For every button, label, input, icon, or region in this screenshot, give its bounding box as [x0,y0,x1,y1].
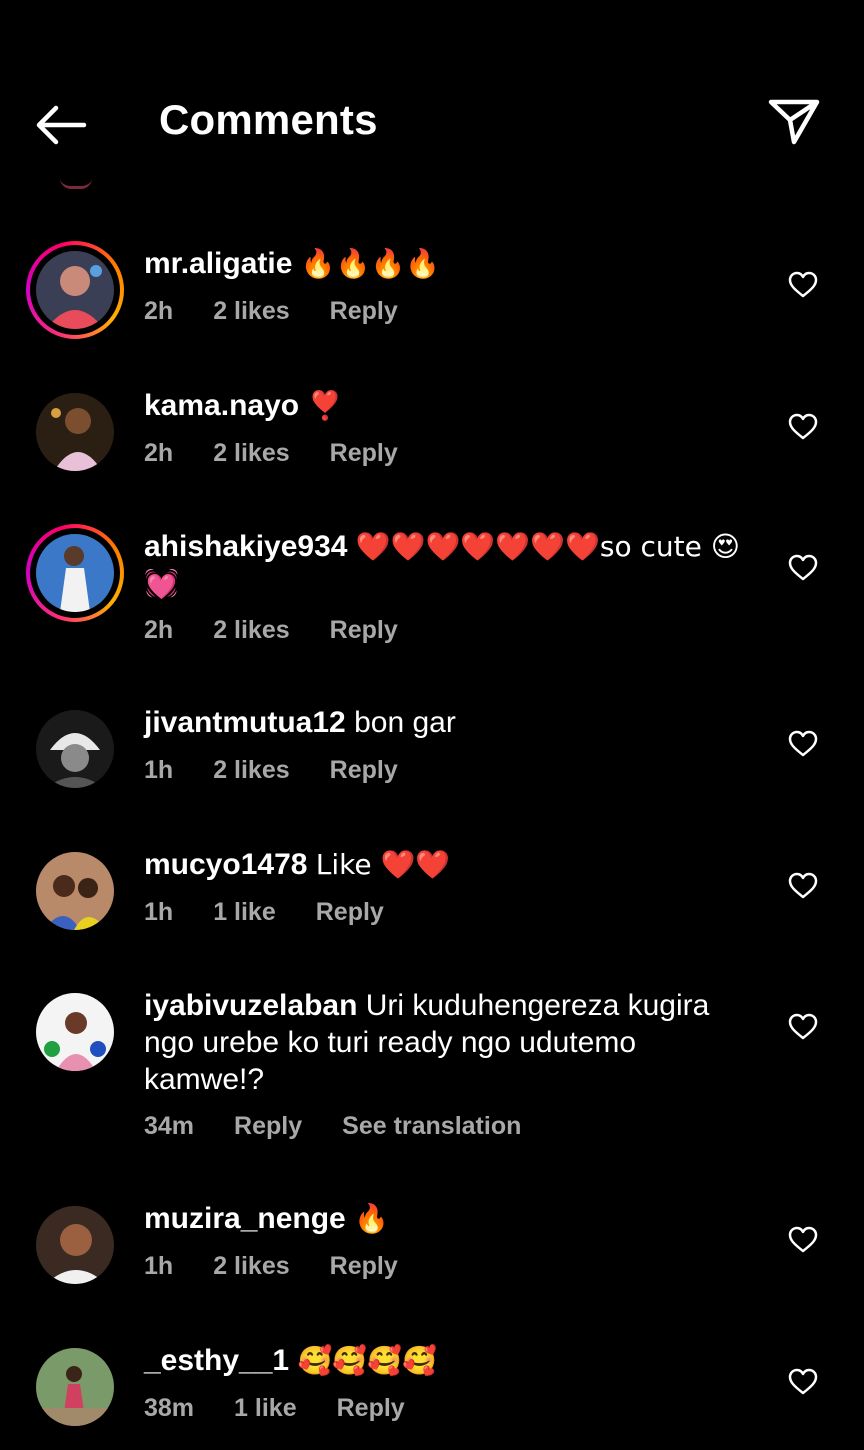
comment-time: 34m [144,1112,195,1140]
comment-likes[interactable]: 2 likes [213,297,289,325]
reply-button[interactable]: Reply [330,616,398,644]
reply-button[interactable]: Reply [330,439,398,467]
like-button[interactable] [788,730,818,758]
comment-meta: 2h 2 likes Reply [144,616,438,645]
page-title: Comments [159,96,378,143]
comment-meta: 1h 2 likes Reply [144,1252,438,1281]
comment-time: 1h [144,898,174,926]
heart-outline-icon [788,271,818,298]
avatar[interactable] [26,524,124,622]
avatar[interactable] [26,1338,124,1436]
comment-meta: 1h 1 like Reply [144,898,424,927]
avatar[interactable] [26,241,124,339]
previous-comment-avatar-edge [60,178,92,189]
arrow-left-icon [36,105,87,145]
comment-meta: 38m 1 like Reply [144,1394,445,1423]
heart-outline-icon [788,1226,818,1253]
comment-time: 1h [144,756,174,784]
back-button[interactable] [34,103,90,147]
reply-button[interactable]: Reply [330,1252,398,1280]
comment-time: 2h [144,616,174,644]
comment-text: Like ❤️❤️ [315,848,451,881]
see-translation-button[interactable]: See translation [342,1112,521,1140]
comment-likes[interactable]: 2 likes [213,756,289,784]
comment-text: 🥰🥰🥰🥰 [297,1344,437,1377]
comment-time: 2h [144,297,174,325]
comment-time: 38m [144,1394,195,1422]
avatar[interactable] [26,983,124,1081]
comment-username[interactable]: mucyo1478 [144,848,307,881]
comment-username[interactable]: _esthy__1 [144,1344,289,1377]
heart-outline-icon [788,1013,818,1040]
reply-button[interactable]: Reply [330,297,398,325]
like-button[interactable] [788,1226,818,1254]
like-button[interactable] [788,413,818,441]
comment-username[interactable]: ahishakiye934 [144,530,347,563]
heart-outline-icon [788,872,818,899]
reply-button[interactable]: Reply [337,1394,405,1422]
comment-text: 🔥🔥🔥🔥 [300,247,441,280]
like-button[interactable] [788,1013,818,1041]
reply-button[interactable]: Reply [330,756,398,784]
comment-meta: 2h 2 likes Reply [144,297,438,326]
comment-time: 1h [144,1252,174,1280]
avatar[interactable] [26,700,124,798]
heart-outline-icon [788,413,818,440]
avatar[interactable] [26,842,124,940]
comment-likes[interactable]: 2 likes [213,1252,289,1280]
comment-meta: 2h 2 likes Reply [144,439,438,468]
reply-button[interactable]: Reply [234,1112,302,1140]
comment-likes[interactable]: 2 likes [213,439,289,467]
comment-text: ❣️ [307,389,343,422]
comment-text: 🔥 [354,1202,389,1235]
share-button[interactable] [766,96,822,150]
comment-username[interactable]: kama.nayo [144,389,299,422]
heart-outline-icon [788,1368,818,1395]
comment-username[interactable]: muzira_nenge [144,1202,346,1235]
avatar[interactable] [26,1196,124,1294]
comment-likes[interactable]: 2 likes [213,616,289,644]
comment-meta: 34m Reply See translation [144,1112,561,1141]
comment-likes[interactable]: 1 like [213,898,276,926]
avatar[interactable] [26,383,124,481]
like-button[interactable] [788,554,818,582]
like-button[interactable] [788,1368,818,1396]
comment-likes[interactable]: 1 like [234,1394,297,1422]
reply-button[interactable]: Reply [316,898,384,926]
comment-username[interactable]: iyabivuzelaban [144,989,357,1022]
header: Comments [0,0,864,189]
paper-plane-icon [768,99,820,145]
comment-username[interactable]: jivantmutua12 [144,706,346,739]
comment-username[interactable]: mr.aligatie [144,247,292,280]
heart-outline-icon [788,554,818,581]
comment-text: bon gar [354,706,456,739]
like-button[interactable] [788,271,818,299]
heart-outline-icon [788,730,818,757]
comment-meta: 1h 2 likes Reply [144,756,438,785]
like-button[interactable] [788,872,818,900]
comment-time: 2h [144,439,174,467]
